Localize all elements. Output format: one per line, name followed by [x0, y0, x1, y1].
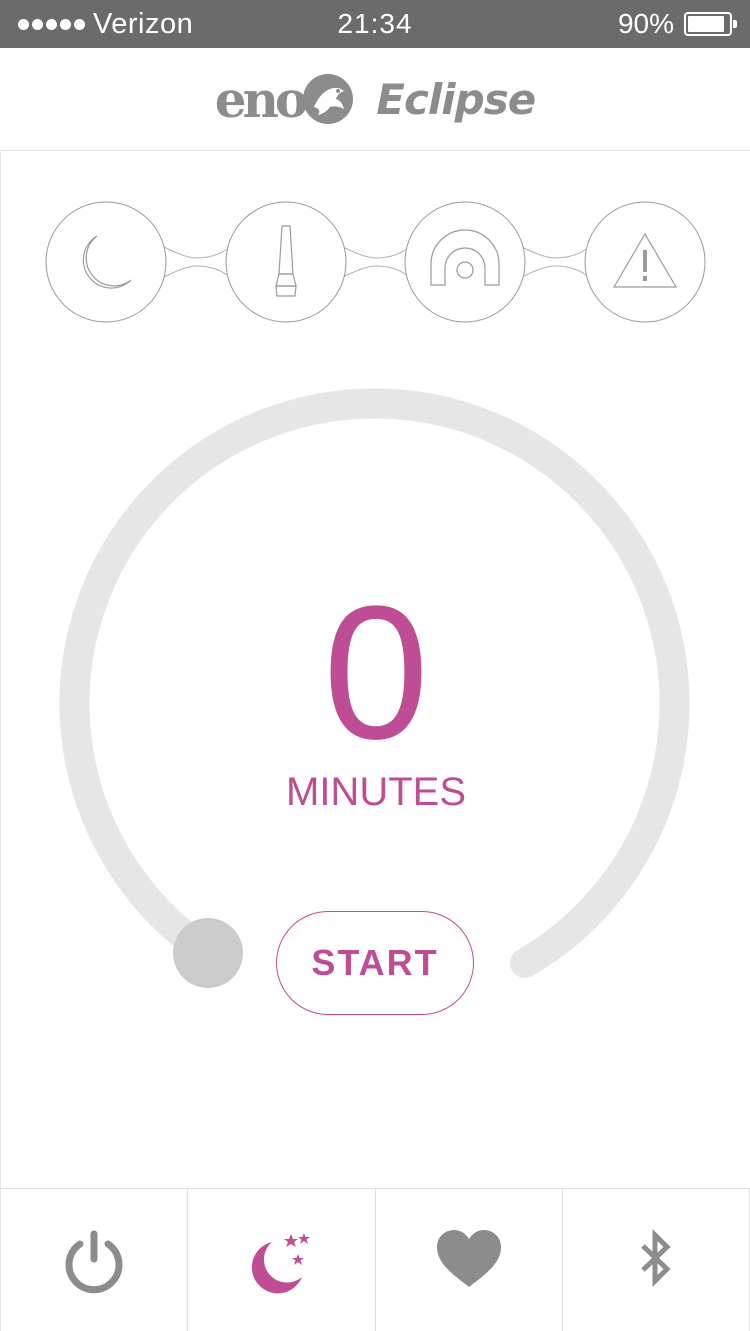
start-button[interactable]: START: [276, 911, 474, 1015]
tab-favorites[interactable]: [374, 1189, 562, 1331]
eagle-logo-icon: [303, 74, 354, 124]
brand-wordmark: eno: [214, 69, 308, 129]
power-icon: [65, 1230, 123, 1294]
tab-sleep[interactable]: [187, 1189, 374, 1331]
tab-bar: [0, 1188, 750, 1331]
timer-value: 0: [323, 567, 429, 779]
status-bar: Verizon 21:34 90%: [0, 0, 750, 48]
tab-bluetooth[interactable]: [561, 1189, 750, 1331]
tab-power[interactable]: [0, 1189, 187, 1331]
timer-unit: MINUTES: [286, 770, 466, 814]
app-logo: eno Eclipse: [0, 48, 750, 150]
moon-stars-icon: [252, 1233, 311, 1294]
battery-info: 90%: [617, 0, 737, 48]
bluetooth-icon: [641, 1228, 671, 1288]
dial-knob[interactable]: [173, 918, 243, 988]
main-content: 0 MINUTES START: [0, 150, 750, 1188]
app-header: eno Eclipse: [0, 48, 750, 151]
brand-logo: eno: [215, 70, 357, 129]
product-name: Eclipse: [376, 74, 536, 124]
battery-icon: [684, 12, 737, 36]
battery-percent: 90%: [617, 8, 674, 39]
heart-icon: [436, 1230, 501, 1287]
